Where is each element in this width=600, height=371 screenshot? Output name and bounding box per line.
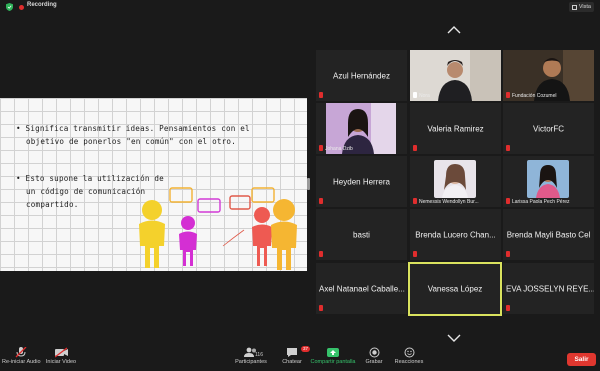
share-screen-icon — [327, 348, 339, 357]
slide-line-5: compartido. — [26, 200, 79, 209]
top-bar: Recording Vista — [0, 0, 600, 14]
participant-name: Heyden Herrera — [333, 177, 390, 186]
participant-tile[interactable]: Brenda Mayli Basto Cel — [503, 209, 594, 260]
zoom-meeting-window: Recording Vista • Significa transmitir i… — [0, 0, 600, 371]
participant-name: Fundación Cozumel — [512, 93, 557, 99]
participant-name: EVA JOSSELYN REYE... — [506, 284, 594, 293]
participant-name: Nemessis Wendollyn Bur... — [419, 199, 479, 205]
iniciar-video-button[interactable]: Iniciar Video — [44, 347, 78, 365]
reiniciar-audio-button[interactable]: Re-iniciar Audio — [2, 347, 41, 365]
muted-mic-icon — [506, 305, 510, 311]
grabar-button[interactable]: Grabar — [364, 347, 384, 365]
participant-tile[interactable]: Fundación Cozumel — [503, 50, 594, 101]
participant-tile[interactable]: Nora — [410, 50, 501, 101]
recording-label: Recording — [27, 2, 57, 8]
compartir-pantalla-button[interactable]: Compartir pantalla — [310, 347, 356, 365]
muted-mic-icon — [319, 145, 323, 151]
muted-mic-icon — [506, 92, 510, 98]
muted-mic-icon — [506, 251, 510, 257]
chat-unread-badge: 37 — [300, 346, 310, 352]
participant-name: Azul Hernández — [333, 71, 390, 80]
muted-mic-icon — [413, 198, 417, 204]
view-button[interactable]: Vista — [568, 2, 594, 12]
split-resize-handle[interactable] — [307, 178, 310, 190]
participant-name: Johana Dzib — [325, 146, 353, 152]
muted-mic-icon — [319, 198, 323, 204]
participant-tile[interactable]: Johana Dzib — [316, 103, 407, 154]
participant-name: VictorFC — [533, 124, 564, 133]
active-speaker-tile[interactable]: Vanessa López — [408, 262, 502, 316]
muted-mic-icon — [413, 251, 417, 257]
muted-mic-icon — [319, 92, 323, 98]
compartir-pantalla-label: Compartir pantalla — [310, 359, 356, 365]
shared-screen: • Significa transmitir ideas. Pensamient… — [0, 98, 307, 271]
participant-name: Axel Natanael Caballe... — [319, 284, 405, 293]
participant-name: Nora — [419, 93, 430, 99]
communication-illustration — [139, 187, 297, 270]
salir-button[interactable]: Salir — [567, 353, 596, 366]
participant-tile[interactable]: Nemessis Wendollyn Bur... — [410, 156, 501, 207]
muted-mic-icon — [506, 198, 510, 204]
shield-icon[interactable] — [6, 3, 13, 11]
chat-bubble-icon — [287, 348, 297, 357]
gallery-prev-chevron-up-icon[interactable] — [447, 26, 461, 34]
muted-mic-icon — [319, 305, 323, 311]
reacciones-button[interactable]: Reacciones — [394, 347, 424, 365]
participant-tile[interactable]: EVA JOSSELYN REYE... — [503, 263, 594, 314]
meeting-toolbar: Re-iniciar Audio Iniciar Video 116 Parti… — [0, 345, 600, 371]
grabar-label: Grabar — [365, 359, 383, 365]
participant-tile[interactable]: Axel Natanael Caballe... — [316, 263, 407, 314]
grid-view-icon — [571, 4, 577, 10]
chatear-label: Chatear — [282, 359, 302, 365]
participant-tile[interactable]: Larissa Paola Pech Pérez — [503, 156, 594, 207]
participant-tile[interactable]: Valeria Ramirez — [410, 103, 501, 154]
participant-tile[interactable]: Azul Hernández — [316, 50, 407, 101]
smiley-reaction-icon — [404, 347, 414, 358]
participant-tile[interactable]: VictorFC — [503, 103, 594, 154]
muted-microphone-icon — [15, 347, 27, 358]
participant-name: Brenda Mayli Basto Cel — [506, 230, 591, 239]
participant-name: Vanessa López — [427, 284, 483, 294]
reiniciar-audio-label: Re-iniciar Audio — [2, 359, 41, 365]
video-off-icon — [54, 347, 68, 358]
participant-photo — [527, 160, 569, 198]
participant-count: 116 — [255, 352, 263, 358]
participant-name: basti — [353, 230, 370, 239]
reacciones-label: Reacciones — [394, 359, 424, 365]
iniciar-video-label: Iniciar Video — [45, 359, 77, 365]
participant-name: Valeria Ramirez — [427, 124, 484, 133]
participant-tile[interactable]: Brenda Lucero Chan... — [410, 209, 501, 260]
participant-name: Brenda Lucero Chan... — [415, 230, 496, 239]
mic-icon — [413, 92, 417, 98]
view-label: Vista — [578, 4, 591, 10]
muted-mic-icon — [319, 251, 323, 257]
record-icon — [369, 347, 379, 358]
participant-photo — [434, 160, 476, 198]
gallery-next-chevron-down-icon[interactable] — [447, 334, 461, 342]
slide-line-2: objetivo de ponerlos "en común" con el o… — [26, 137, 236, 146]
recording-dot-icon — [19, 5, 24, 10]
muted-mic-icon — [413, 145, 417, 151]
participantes-button[interactable]: 116 Participantes — [232, 347, 270, 365]
slide-line-1: • Significa transmitir ideas. Pensamient… — [16, 124, 250, 133]
chatear-button[interactable]: 37 Chatear — [280, 346, 310, 365]
participant-tile[interactable]: basti — [316, 209, 407, 260]
participant-name: Larissa Paola Pech Pérez — [512, 199, 570, 205]
participantes-label: Participantes — [235, 359, 267, 365]
muted-mic-icon — [506, 145, 510, 151]
participant-tile[interactable]: Heyden Herrera — [316, 156, 407, 207]
